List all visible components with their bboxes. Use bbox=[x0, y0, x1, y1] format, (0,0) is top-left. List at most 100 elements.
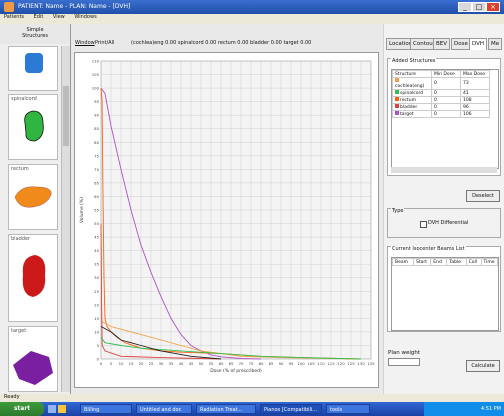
menu-bar: Patients Edit View Windows bbox=[0, 14, 504, 24]
x-tick-label: 75 bbox=[249, 361, 254, 366]
minimize-button[interactable]: _ bbox=[458, 2, 472, 12]
dvh-plot-area: 0 5 10 15 20 25 30 35 40 45 50 55 60 65 70 75 80 85 90 95 10… bbox=[74, 52, 379, 388]
x-tick-label: 40 bbox=[179, 361, 184, 366]
x-tick-label: 120 bbox=[337, 361, 345, 366]
taskbar: start Billing Untitled and doc Radiation… bbox=[0, 402, 504, 416]
taskbar-item[interactable]: Pianox [Compatibili... bbox=[260, 404, 322, 414]
differential-label: DVH Differential bbox=[428, 220, 469, 226]
taskbar-item[interactable]: Radiation Treat... bbox=[196, 404, 256, 414]
x-tick-label: 50 bbox=[199, 361, 204, 366]
taskbar-item[interactable]: Untitled and doc bbox=[136, 404, 192, 414]
x-tick-label: 125 bbox=[347, 361, 355, 366]
y-tick-label: 5 bbox=[97, 343, 100, 348]
y-axis-label: Volume (%) bbox=[79, 197, 85, 223]
clock: 4:51 PM bbox=[480, 406, 501, 412]
x-tick-label: 100 bbox=[297, 361, 305, 366]
structure-name: bladder bbox=[400, 105, 418, 110]
tab-bev[interactable]: BEV bbox=[433, 38, 451, 50]
tab-more[interactable]: Me bbox=[488, 38, 503, 50]
y-tick-label: 55 bbox=[94, 208, 99, 213]
structure-row[interactable]: target 0 106 bbox=[392, 110, 490, 118]
min-dose-cell: 0 bbox=[431, 110, 461, 118]
structure-shape-icon bbox=[14, 186, 52, 208]
structures-scrollbar[interactable] bbox=[61, 46, 70, 392]
taskbar-item[interactable]: Billing bbox=[80, 404, 132, 414]
y-tick-label: 30 bbox=[94, 275, 99, 280]
menu-patients[interactable]: Patients bbox=[4, 14, 24, 20]
quicklaunch-icon[interactable] bbox=[48, 405, 56, 413]
x-tick-label: 85 bbox=[269, 361, 274, 366]
app-logo-icon bbox=[4, 2, 14, 12]
print-button[interactable]: Print/All bbox=[95, 40, 114, 46]
beams-table: Beam Start End Table Coll Time bbox=[392, 258, 498, 266]
system-tray: 4:51 PM bbox=[424, 402, 504, 416]
x-tick-label: 130 bbox=[357, 361, 365, 366]
y-tick-label: 60 bbox=[94, 194, 99, 199]
calculate-button[interactable]: Calculate bbox=[466, 360, 500, 372]
x-tick-label: 60 bbox=[219, 361, 224, 366]
structure-row[interactable]: bladder 0 96 bbox=[392, 103, 490, 111]
x-tick-label: 105 bbox=[307, 361, 315, 366]
start-button[interactable]: start bbox=[0, 402, 44, 416]
x-tick-label: 90 bbox=[279, 361, 284, 366]
structures-panel: Simple Structures spinalcord rectum blad… bbox=[0, 24, 71, 394]
y-tick-label: 75 bbox=[94, 153, 99, 158]
tab-dose[interactable]: Dose bbox=[451, 38, 471, 50]
properties-panel: Location Contour BEV Dose DVH Me Added S… bbox=[384, 24, 504, 394]
structure-row[interactable]: cochlea(eng) 0 73 bbox=[392, 77, 490, 90]
close-button[interactable]: × bbox=[486, 2, 500, 12]
structure-row[interactable]: rectum 0 108 bbox=[392, 96, 490, 104]
menu-edit[interactable]: Edit bbox=[34, 14, 44, 20]
min-dose-cell: 0 bbox=[431, 89, 461, 97]
plan-weight-label: Plan weight bbox=[388, 350, 420, 356]
table-hscrollbar[interactable] bbox=[391, 167, 497, 173]
dvh-toolbar: Window Print/All (cochlea)eng 0.00 spina… bbox=[71, 38, 383, 50]
structure-thumb-bladder[interactable]: bladder bbox=[8, 234, 58, 322]
title-bar: PATIENT: Name - PLAN: Name - [DVH] _ □ × bbox=[0, 0, 504, 14]
max-dose-cell: 108 bbox=[460, 96, 490, 104]
y-tick-label: 85 bbox=[94, 126, 99, 131]
status-text: Ready bbox=[4, 394, 20, 400]
maximize-button[interactable]: □ bbox=[472, 2, 486, 12]
x-tick-label: 135 bbox=[367, 361, 375, 366]
quicklaunch-icon[interactable] bbox=[58, 405, 66, 413]
x-tick-label: 35 bbox=[169, 361, 174, 366]
tab-dvh[interactable]: DVH bbox=[469, 38, 488, 50]
deselect-button[interactable]: Deselect bbox=[466, 190, 500, 202]
y-tick-label: 105 bbox=[92, 72, 100, 77]
y-tick-label: 70 bbox=[94, 167, 99, 172]
structure-thumb-spinalcord[interactable]: spinalcord bbox=[8, 94, 58, 160]
structure-name: spinalcord bbox=[400, 91, 424, 96]
x-tick-label: 0 bbox=[100, 361, 103, 366]
structure-thumb-target[interactable]: target bbox=[8, 326, 58, 392]
menu-view[interactable]: View bbox=[53, 14, 65, 20]
x-tick-label: 45 bbox=[189, 361, 194, 366]
structures-table-container: Structure Min Dose Max Dose cochlea(eng)… bbox=[391, 69, 499, 169]
added-structures-title: Added Structures bbox=[391, 58, 437, 64]
x-tick-label: 115 bbox=[327, 361, 335, 366]
structure-color-swatch bbox=[395, 97, 399, 101]
structure-thumb-0[interactable] bbox=[8, 46, 58, 91]
type-group: Type DVH Differential bbox=[387, 208, 501, 238]
y-tick-label: 90 bbox=[94, 113, 99, 118]
structure-thumb-rectum[interactable]: rectum bbox=[8, 164, 58, 230]
menu-windows[interactable]: Windows bbox=[74, 14, 96, 20]
max-dose-cell: 96 bbox=[460, 103, 490, 111]
y-tick-label: 95 bbox=[94, 99, 99, 104]
plan-weight-input[interactable] bbox=[388, 358, 420, 366]
y-tick-label: 25 bbox=[94, 289, 99, 294]
x-tick-label: 95 bbox=[289, 361, 294, 366]
taskbar-item[interactable]: tools bbox=[326, 404, 370, 414]
dvh-panel: Window Print/All (cochlea)eng 0.00 spina… bbox=[71, 24, 383, 394]
y-tick-label: 35 bbox=[94, 262, 99, 267]
y-tick-label: 80 bbox=[94, 140, 99, 145]
min-dose-cell: 0 bbox=[431, 103, 461, 111]
differential-checkbox[interactable] bbox=[420, 221, 427, 228]
structure-name: target bbox=[400, 112, 414, 117]
structures-header: Simple Structures bbox=[0, 24, 70, 44]
max-dose-cell: 73 bbox=[460, 77, 490, 90]
structure-row[interactable]: spinalcord 0 41 bbox=[392, 89, 490, 97]
window-menu[interactable]: Window bbox=[75, 40, 95, 46]
x-tick-label: 20 bbox=[139, 361, 144, 366]
beams-list-group: Current Isocenter Beams List Beam Start … bbox=[387, 246, 501, 332]
